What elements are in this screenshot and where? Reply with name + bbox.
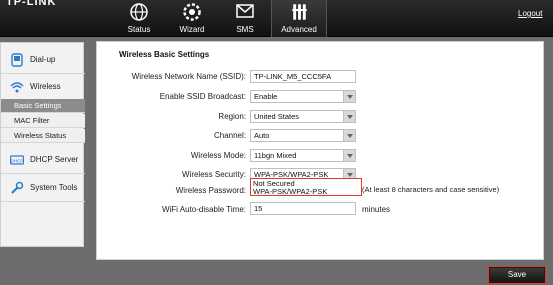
divider <box>1 173 85 174</box>
ssid-label: Wireless Network Name (SSID): <box>131 72 246 81</box>
svg-text:DHCP: DHCP <box>11 158 24 163</box>
sidebar-sub-wireless-status[interactable]: Wireless Status <box>1 129 85 143</box>
chevron-down-icon <box>343 91 355 102</box>
sidebar-item-label: Dial-up <box>30 55 56 64</box>
wifi-icon <box>10 81 24 92</box>
ssid-input[interactable]: TP-LINK_M5_CCC5FA <box>250 70 356 83</box>
ssid-broadcast-label: Enable SSID Broadcast: <box>159 92 246 101</box>
gear-icon <box>183 3 201 21</box>
logout-link[interactable]: Logout <box>518 9 542 18</box>
wireless-security-label: Wireless Security: <box>181 170 246 179</box>
section-title: Wireless Basic Settings <box>119 50 210 59</box>
nav-status-label: Status <box>127 25 151 34</box>
nav-wizard[interactable]: Wizard <box>164 0 220 37</box>
wireless-password-label: Wireless Password: <box>175 186 246 195</box>
sidebar-item-label: Wireless <box>30 82 61 91</box>
auto-disable-label: WiFi Auto-disable Time: <box>161 205 246 214</box>
wireless-mode-value: 11bgn Mixed <box>254 151 297 160</box>
chevron-down-icon <box>343 111 355 122</box>
sidebar-item-system-tools[interactable]: System Tools <box>1 175 85 200</box>
nav-advanced-label: Advanced <box>281 25 317 34</box>
dropdown-option-wpa-psk[interactable]: WPA-PSK/WPA2-PSK <box>253 188 361 196</box>
minutes-unit: minutes <box>362 205 391 214</box>
sidebar-sub-basic-settings[interactable]: Basic Settings <box>1 99 85 113</box>
wrench-icon <box>11 181 24 194</box>
wireless-mode-select[interactable]: 11bgn Mixed <box>250 149 356 162</box>
globe-icon <box>130 3 148 21</box>
nav-wizard-label: Wizard <box>179 25 205 34</box>
channel-value: Auto <box>254 131 270 140</box>
nav-sms-label: SMS <box>236 25 254 34</box>
security-dropdown-list[interactable]: Not Secured WPA-PSK/WPA2-PSK <box>250 178 362 196</box>
sidebar-item-dialup[interactable]: Dial-up <box>1 47 85 72</box>
save-button-highlight: Save <box>488 266 546 284</box>
sidebar: Dial-up Wireless Basic Settings MAC Filt… <box>0 42 85 247</box>
region-select[interactable]: United States <box>250 110 356 123</box>
sidebar-item-wireless[interactable]: Wireless <box>1 74 85 99</box>
ssid-broadcast-select[interactable]: Enable <box>250 90 356 103</box>
dhcp-icon: DHCP <box>10 154 24 165</box>
chevron-down-icon <box>343 150 355 161</box>
divider <box>1 201 85 202</box>
ssid-broadcast-value: Enable <box>254 92 278 101</box>
wireless-mode-label: Wireless Mode: <box>190 151 246 160</box>
chevron-down-icon <box>343 130 355 141</box>
envelope-icon <box>236 4 254 18</box>
auto-disable-input[interactable]: 15 <box>250 202 356 215</box>
sidebar-item-label: DHCP Server <box>30 155 79 164</box>
channel-label: Channel: <box>213 131 246 140</box>
region-value: United States <box>254 112 300 121</box>
brand-logo: TP-LINK <box>6 0 57 8</box>
password-hint: (At least 8 characters and case sensitiv… <box>362 185 500 194</box>
channel-select[interactable]: Auto <box>250 129 356 142</box>
dialup-icon <box>11 52 23 67</box>
save-button[interactable]: Save <box>490 268 544 282</box>
nav-sms[interactable]: SMS <box>217 0 273 37</box>
sidebar-item-dhcp-server[interactable]: DHCP DHCP Server <box>1 147 85 172</box>
nav-advanced[interactable]: Advanced <box>271 0 327 37</box>
sidebar-item-label: System Tools <box>30 183 78 192</box>
sidebar-sub-mac-filter[interactable]: MAC Filter <box>1 114 85 128</box>
top-bar: TP-LINK Status Wizard SMS Advanced Logou… <box>0 0 553 37</box>
nav-status[interactable]: Status <box>111 0 167 37</box>
region-label: Region: <box>218 112 246 121</box>
tools-icon <box>292 4 307 20</box>
